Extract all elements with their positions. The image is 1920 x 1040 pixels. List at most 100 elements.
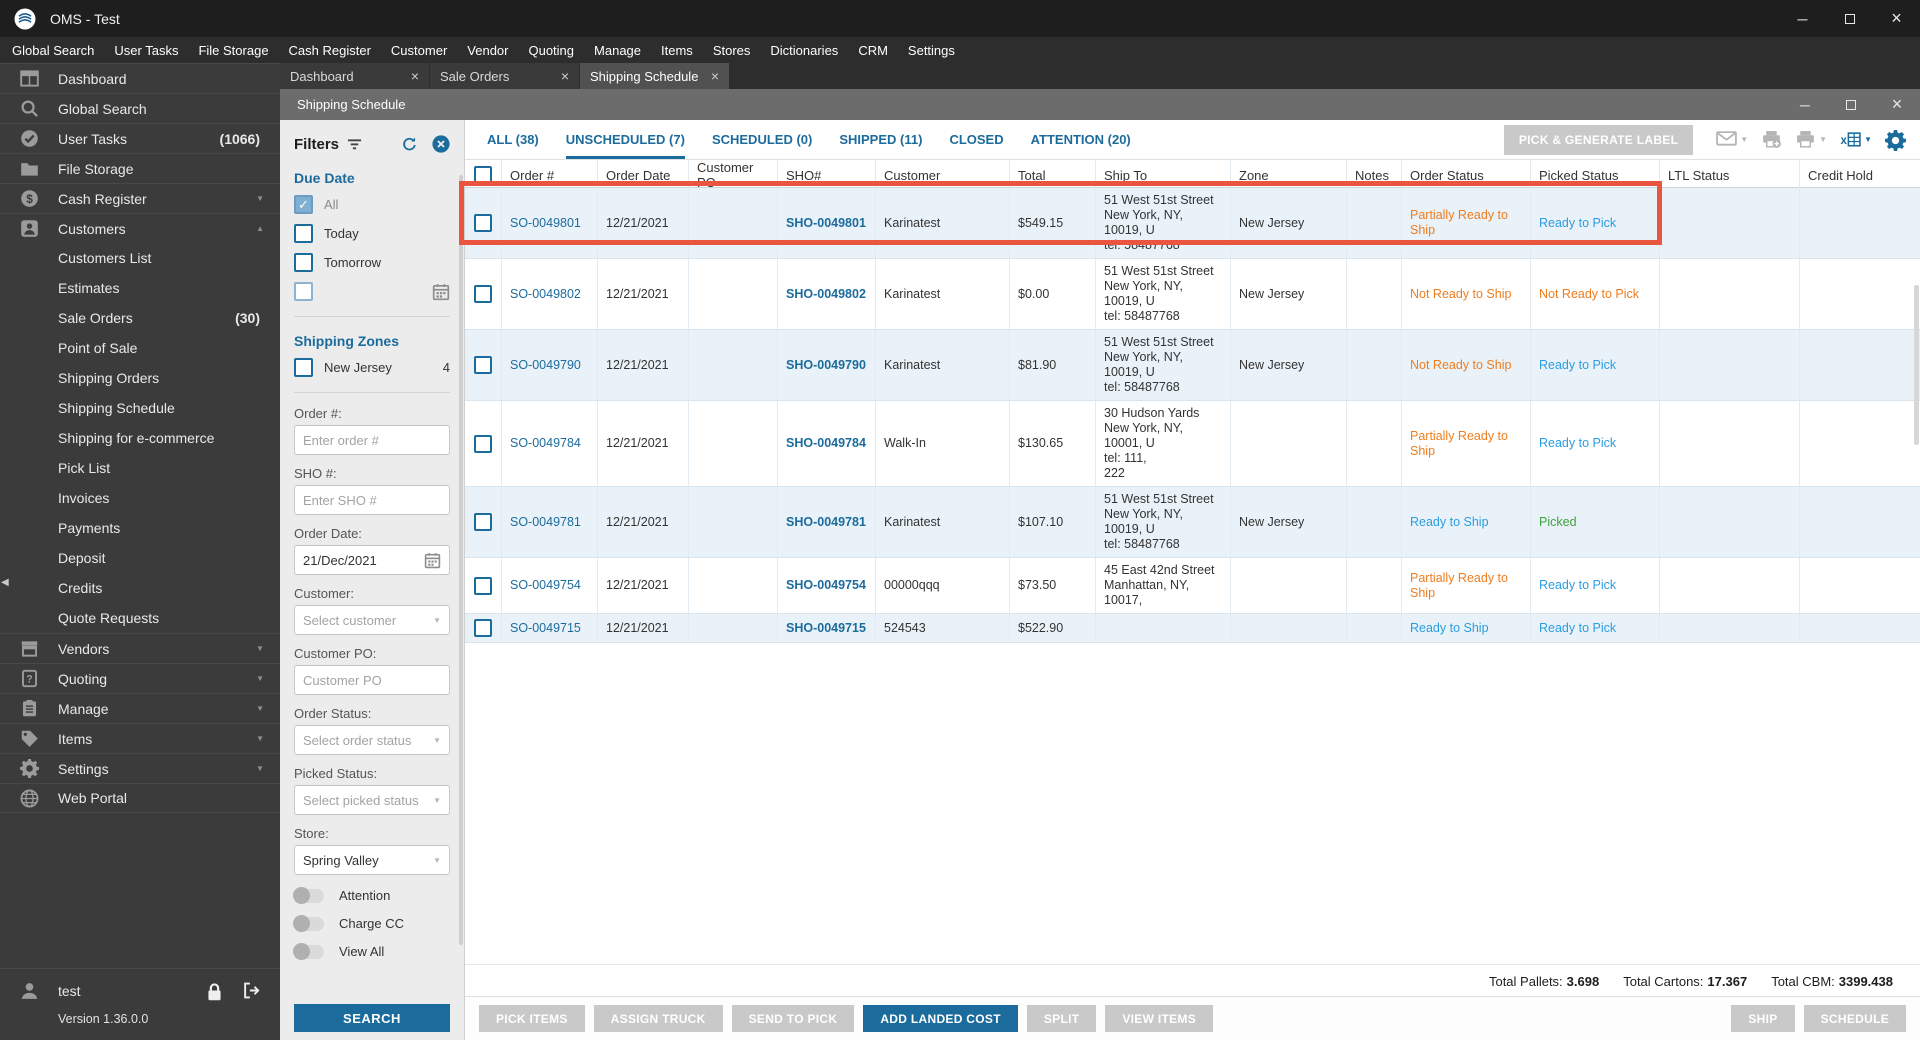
order-date-input[interactable]: 21/Dec/2021 [294, 545, 450, 575]
column-header-notes[interactable]: Notes [1347, 160, 1402, 190]
order-number-link[interactable]: SO-0049802 [502, 259, 598, 329]
select-all-checkbox[interactable] [474, 166, 492, 184]
sho-number-link[interactable]: SHO-0049790 [778, 330, 876, 400]
panel-restore-button[interactable] [1828, 89, 1874, 120]
row-checkbox[interactable] [474, 434, 492, 453]
close-tab-icon[interactable]: × [561, 68, 569, 84]
view-tab-all-38[interactable]: ALL (38) [487, 120, 539, 159]
sidebar-item-manage[interactable]: Manage ▼ [0, 693, 280, 723]
view-tab-scheduled-0[interactable]: SCHEDULED (0) [712, 120, 812, 159]
panel-close-button[interactable]: × [1874, 89, 1920, 120]
close-circle-icon[interactable] [432, 135, 450, 153]
calendar-icon[interactable] [424, 552, 441, 569]
picked-status-select[interactable]: Select picked status ▼ [294, 785, 450, 815]
menubar-item-items[interactable]: Items [651, 43, 703, 58]
toggle-switch[interactable] [293, 942, 324, 960]
sidebar-item-estimates[interactable]: Estimates [0, 273, 280, 303]
due-date-option-all[interactable]: All [294, 190, 450, 219]
sidebar-item-dashboard[interactable]: Dashboard [0, 63, 280, 93]
close-tab-icon[interactable]: × [711, 68, 719, 84]
sidebar-item-items[interactable]: Items ▼ [0, 723, 280, 753]
row-checkbox[interactable] [474, 214, 492, 232]
store-select[interactable]: Spring Valley ▼ [294, 845, 450, 875]
doc-tab-sale-orders[interactable]: Sale Orders × [430, 63, 579, 89]
column-header-order-status[interactable]: Order Status [1402, 160, 1531, 190]
column-header-picked-status[interactable]: Picked Status [1531, 160, 1660, 190]
window-close-button[interactable]: × [1873, 0, 1920, 37]
sidebar-item-shipping-orders[interactable]: Shipping Orders [0, 363, 280, 393]
order-number-link[interactable]: SO-0049784 [502, 401, 598, 486]
customer-po-input[interactable] [294, 665, 450, 695]
sidebar-item-invoices[interactable]: Invoices [0, 483, 280, 513]
column-header-order-date[interactable]: Order Date [598, 160, 689, 190]
sidebar-item-customers-list[interactable]: Customers List [0, 243, 280, 273]
sidebar-item-deposit[interactable]: Deposit [0, 543, 280, 573]
sho-number-link[interactable]: SHO-0049801 [778, 188, 876, 258]
sho-number-link[interactable]: SHO-0049754 [778, 558, 876, 613]
sidebar-item-customers[interactable]: Customers ▲ [0, 213, 280, 243]
row-checkbox[interactable] [474, 356, 492, 374]
pick-generate-label-button[interactable]: PICK & GENERATE LABEL [1503, 124, 1694, 155]
sidebar-item-shipping-for-e-commerce[interactable]: Shipping for e-commerce [0, 423, 280, 453]
row-checkbox[interactable] [474, 285, 492, 303]
column-header-zone[interactable]: Zone [1231, 160, 1347, 190]
logout-icon[interactable] [243, 982, 260, 999]
export-excel-button[interactable]: x ▼ [1840, 130, 1872, 149]
pick-items-button[interactable]: PICK ITEMS [479, 1005, 585, 1032]
order-number-link[interactable]: SO-0049790 [502, 330, 598, 400]
view-tab-closed[interactable]: CLOSED [949, 120, 1003, 159]
view-items-button[interactable]: VIEW ITEMS [1105, 1005, 1214, 1032]
sidebar-item-vendors[interactable]: Vendors ▼ [0, 633, 280, 663]
view-tab-unscheduled-7[interactable]: UNSCHEDULED (7) [565, 120, 685, 159]
panel-minimize-button[interactable]: ─ [1782, 89, 1828, 120]
column-header-ship-to[interactable]: Ship To [1096, 160, 1231, 190]
sidebar-item-shipping-schedule[interactable]: Shipping Schedule [0, 393, 280, 423]
customer-select[interactable]: Select customer ▼ [294, 605, 450, 635]
email-button[interactable]: ▼ [1716, 130, 1748, 149]
label-printer-button[interactable] [1761, 130, 1782, 149]
sidebar-item-credits[interactable]: Credits [0, 573, 280, 603]
menubar-item-user-tasks[interactable]: User Tasks [104, 43, 188, 58]
menubar-item-cash-register[interactable]: Cash Register [279, 43, 381, 58]
sho-number-input[interactable] [294, 485, 450, 515]
order-number-link[interactable]: SO-0049754 [502, 558, 598, 613]
menubar-item-dictionaries[interactable]: Dictionaries [760, 43, 848, 58]
checkbox[interactable] [294, 195, 313, 214]
sho-number-link[interactable]: SHO-0049781 [778, 487, 876, 557]
send-to-pick-button[interactable]: SEND TO PICK [731, 1005, 855, 1032]
checkbox[interactable] [294, 358, 313, 377]
order-number-input[interactable] [294, 425, 450, 455]
column-header-credit-hold[interactable]: Credit Hold [1800, 160, 1920, 190]
table-row[interactable]: SO-0049781 12/21/2021 SHO-0049781 Karinates… [465, 487, 1920, 558]
close-tab-icon[interactable]: × [411, 68, 419, 84]
custom-date-checkbox[interactable] [294, 282, 313, 301]
row-checkbox[interactable] [474, 619, 492, 637]
sidebar-item-file-storage[interactable]: File Storage [0, 153, 280, 183]
order-status-select[interactable]: Select order status ▼ [294, 725, 450, 755]
sho-number-link[interactable]: SHO-0049784 [778, 401, 876, 486]
window-minimize-button[interactable]: ─ [1779, 0, 1826, 37]
assign-truck-button[interactable]: ASSIGN TRUCK [593, 1005, 723, 1032]
sidebar-item-web-portal[interactable]: Web Portal [0, 783, 280, 813]
view-tab-shipped-11[interactable]: SHIPPED (11) [839, 120, 922, 159]
settings-button[interactable] [1885, 130, 1906, 151]
sidebar-item-point-of-sale[interactable]: Point of Sale [0, 333, 280, 363]
refresh-icon[interactable] [401, 136, 418, 153]
order-number-link[interactable]: SO-0049781 [502, 487, 598, 557]
sidebar-item-pick-list[interactable]: Pick List [0, 453, 280, 483]
column-header-ltl-status[interactable]: LTL Status [1660, 160, 1800, 190]
window-restore-button[interactable] [1826, 0, 1873, 37]
table-row[interactable]: SO-0049715 12/21/2021 SHO-0049715 524543 $52… [465, 614, 1920, 643]
table-row[interactable]: SO-0049802 12/21/2021 SHO-0049802 Karinates… [465, 259, 1920, 330]
schedule-button[interactable]: SCHEDULE [1803, 1005, 1906, 1032]
menubar-item-file-storage[interactable]: File Storage [188, 43, 278, 58]
column-header-customer-po[interactable]: Customer PO [689, 160, 778, 190]
sidebar-item-cash-register[interactable]: $ Cash Register ▼ [0, 183, 280, 213]
add-landed-cost-button[interactable]: ADD LANDED COST [863, 1005, 1018, 1032]
sidebar-item-settings[interactable]: Settings ▼ [0, 753, 280, 783]
order-number-link[interactable]: SO-0049715 [502, 614, 598, 642]
menubar-item-crm[interactable]: CRM [848, 43, 898, 58]
calendar-icon[interactable] [432, 283, 450, 301]
order-number-link[interactable]: SO-0049801 [502, 188, 598, 258]
sidebar-item-quote-requests[interactable]: Quote Requests [0, 603, 280, 633]
